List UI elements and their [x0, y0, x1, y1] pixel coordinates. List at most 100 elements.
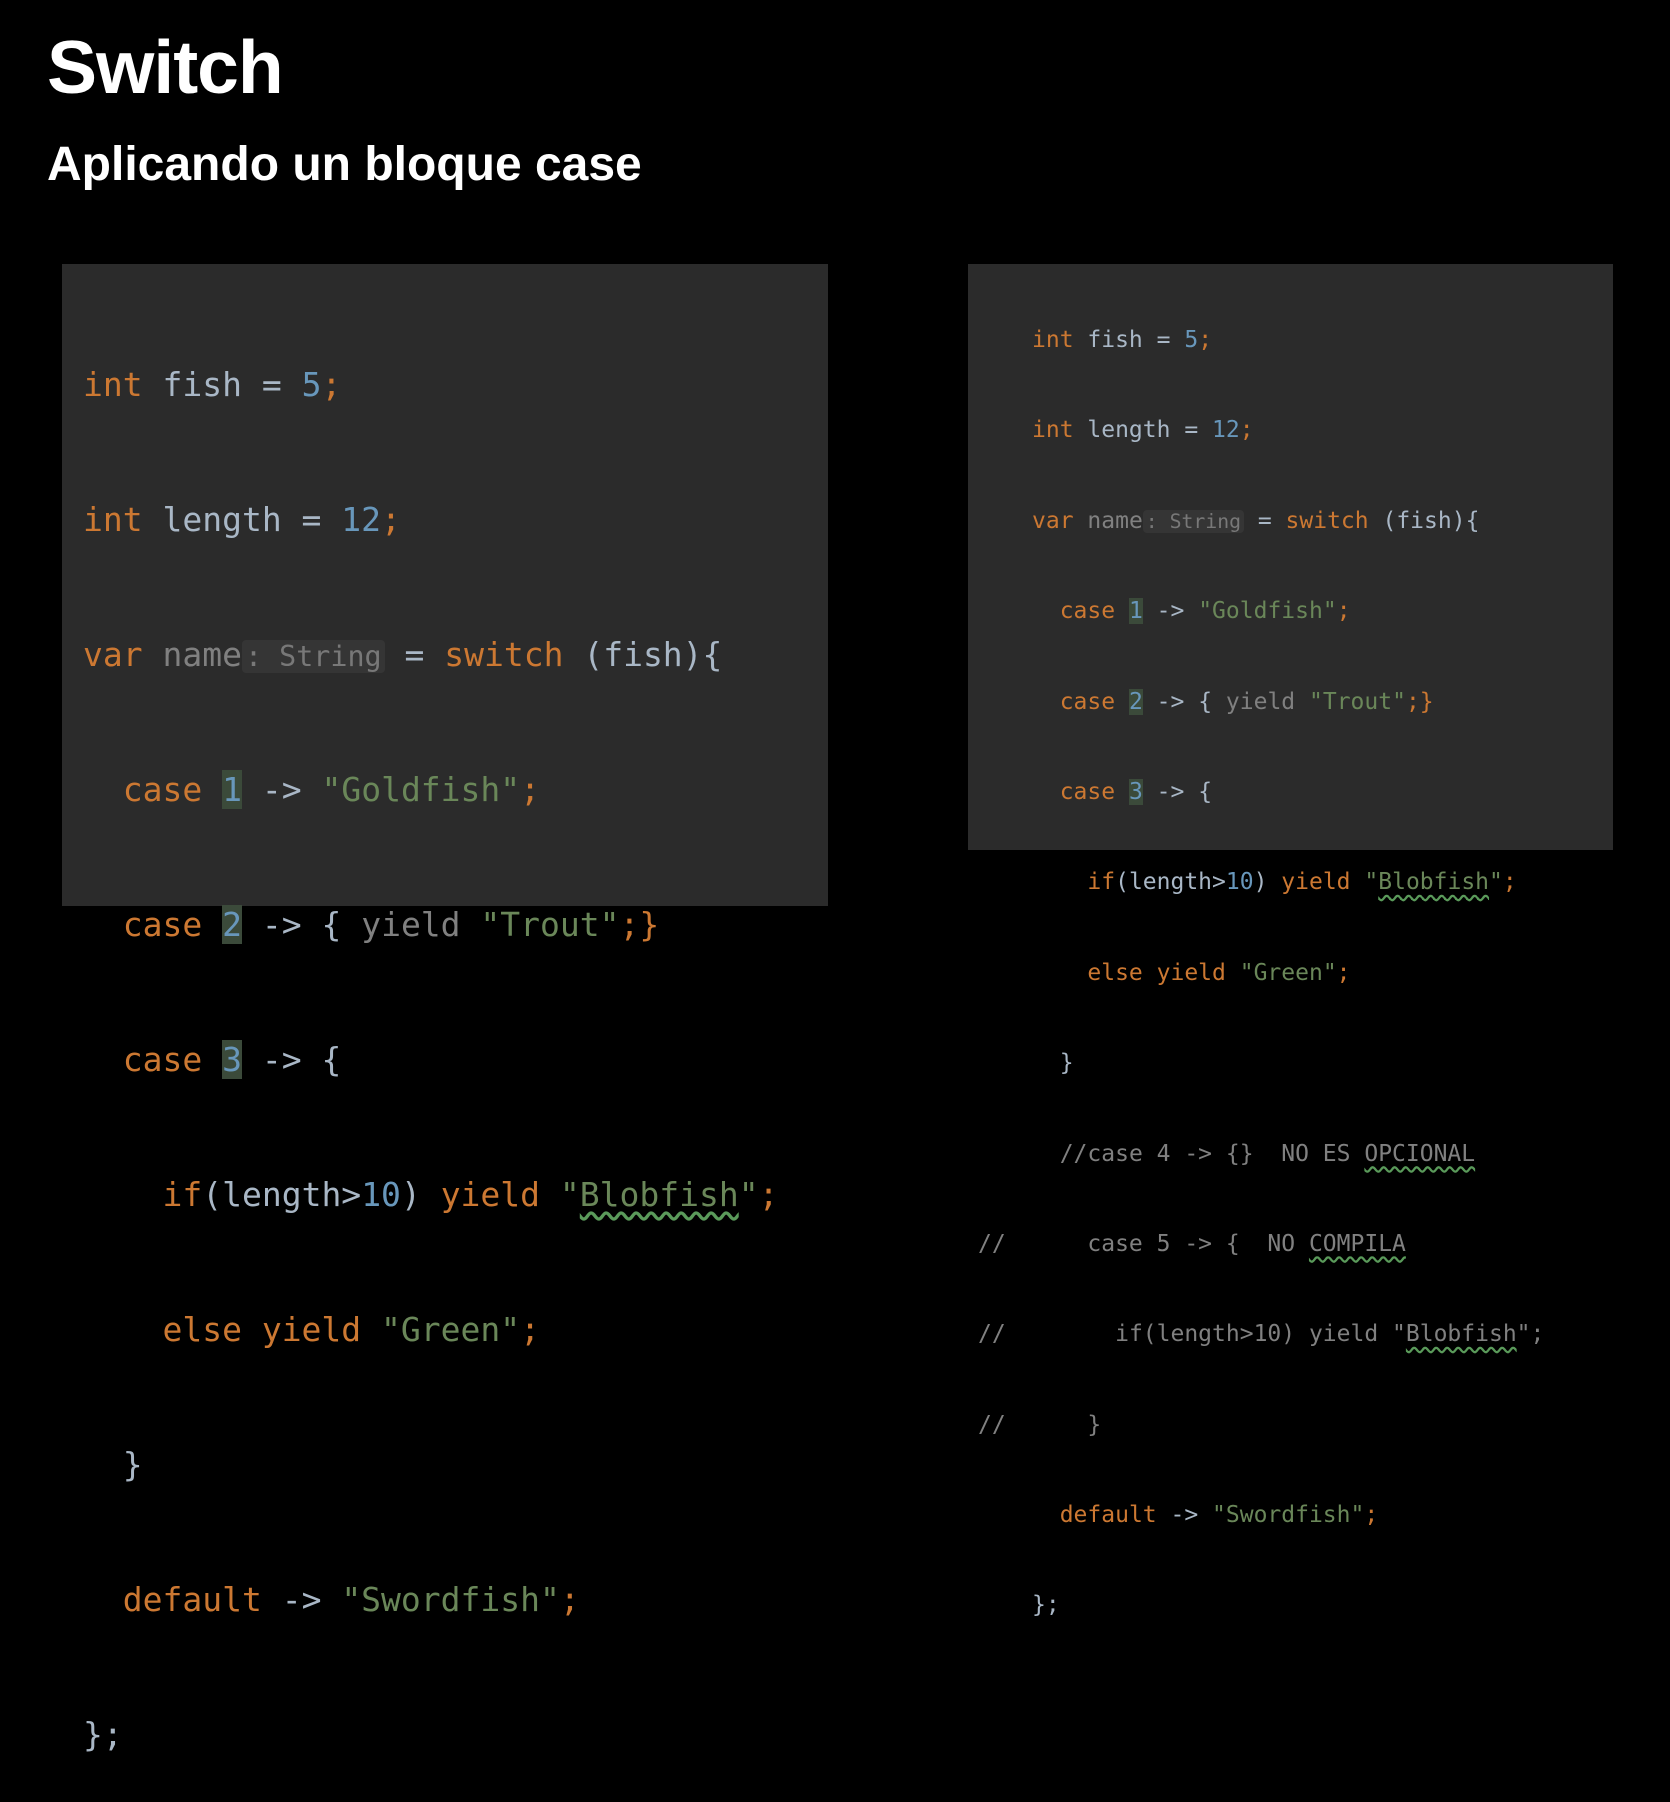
keyword: int	[83, 500, 143, 539]
code-text: length =	[142, 500, 342, 539]
code-comment-underlined: OPCIONAL	[1364, 1140, 1476, 1167]
code-line: int fish = 5;	[968, 321, 1613, 359]
code-text: ->	[1156, 1502, 1213, 1529]
keyword: switch	[444, 635, 564, 674]
code-line: var name: String = switch (fish){	[968, 502, 1613, 540]
code-line: }	[968, 1044, 1613, 1082]
keyword: int	[1032, 417, 1074, 444]
keyword: case	[122, 1040, 203, 1079]
keyword-dimmed: yield	[361, 905, 461, 944]
slide-subtitle: Aplicando un bloque case	[47, 138, 642, 191]
code-text: ->	[261, 1580, 342, 1619]
code-text: (fish){	[1368, 507, 1480, 534]
code-text: }	[122, 1445, 143, 1484]
keyword: switch	[1285, 507, 1369, 534]
semicolon: ;	[1239, 417, 1254, 444]
string-literal: "Goldfish"	[321, 770, 521, 809]
code-line: case 1 -> "Goldfish";	[62, 761, 828, 818]
semicolon: ;	[321, 365, 342, 404]
keyword: var	[1032, 507, 1074, 534]
code-line: //case 4 -> {} NO ES OPCIONAL	[968, 1135, 1613, 1173]
slide-title: Switch	[47, 25, 284, 109]
code-text: ->	[1142, 598, 1199, 625]
string-quote: "	[1489, 869, 1503, 896]
code-panel-large: int fish = 5; int length = 12; var name:…	[62, 264, 828, 1754]
semicolon: ;	[520, 1310, 540, 1349]
code-line: default -> "Swordfish";	[62, 1571, 828, 1628]
code-line: int length = 12;	[968, 411, 1613, 449]
keyword: case	[1059, 598, 1116, 625]
code-line: else yield "Green";	[968, 954, 1613, 992]
code-comment: }	[1087, 1411, 1102, 1438]
keyword: else yield	[1087, 959, 1226, 986]
string-literal: "Swordfish"	[1212, 1502, 1365, 1529]
comment-marker: //	[978, 1321, 1006, 1348]
string-quote: "	[559, 1175, 580, 1214]
code-text: ->	[241, 770, 322, 809]
string-literal: "Goldfish"	[1198, 598, 1337, 625]
code-text: (length>	[202, 1175, 362, 1214]
code-text: -> {	[241, 1040, 342, 1079]
string-quote: "	[738, 1175, 759, 1214]
code-text: }	[1059, 1050, 1074, 1077]
keyword: case	[1059, 688, 1116, 715]
code-line: case 2 -> { yield "Trout";}	[62, 896, 828, 953]
keyword: case	[1059, 778, 1116, 805]
keyword-dimmed: yield	[1225, 688, 1296, 715]
keyword: yield	[440, 1175, 541, 1214]
code-comment: //case 4 -> {} NO ES	[1059, 1140, 1365, 1167]
code-line: if(length>10) yield "Blobfish";	[968, 863, 1613, 901]
code-line: var name: String = switch (fish){	[62, 626, 828, 683]
string-literal: "Green"	[1239, 959, 1337, 986]
keyword: int	[83, 365, 143, 404]
type-hint: : String	[241, 640, 385, 673]
string-literal: "Green"	[381, 1310, 521, 1349]
code-text: -> {	[241, 905, 362, 944]
code-text: };	[83, 1715, 123, 1754]
code-text: )	[1253, 869, 1282, 896]
string-literal: "Trout"	[480, 905, 620, 944]
code-comment: if(length>10) yield "	[1115, 1321, 1406, 1348]
code-text: =	[384, 635, 445, 674]
string-literal: "Trout"	[1309, 688, 1406, 715]
semicolon: ;	[1198, 327, 1213, 353]
number-literal: 12	[1212, 417, 1240, 444]
semicolon: ;	[1364, 1502, 1379, 1529]
code-line: int fish = 5;	[62, 356, 828, 413]
variable-name: name	[162, 635, 242, 674]
code-text: =	[1244, 507, 1286, 534]
semicolon: ;	[1502, 869, 1517, 896]
semicolon: ;	[758, 1175, 779, 1214]
code-text: (fish){	[563, 635, 723, 674]
code-text: length =	[1073, 417, 1213, 444]
code-line: }	[62, 1436, 828, 1493]
code-line: };	[968, 1586, 1613, 1624]
code-text: )	[400, 1175, 441, 1214]
keyword: default	[1059, 1502, 1157, 1529]
code-line: // case 5 -> { NO COMPILA	[968, 1225, 1613, 1263]
keyword: var	[83, 635, 143, 674]
code-panel-small: int fish = 5; int length = 12; var name:…	[968, 264, 1613, 1618]
number-literal: 3	[222, 1040, 242, 1079]
keyword: int	[1032, 327, 1074, 353]
code-line: };	[62, 1706, 828, 1763]
number-literal: 2	[222, 905, 242, 944]
number-literal: 10	[1225, 869, 1254, 896]
semicolon: ;	[381, 500, 401, 539]
code-line: else yield "Green";	[62, 1301, 828, 1358]
variable-name: name	[1087, 507, 1143, 534]
code-line: int length = 12;	[62, 491, 828, 548]
semicolon: ;	[1336, 598, 1351, 625]
code-comment-underlined: Blobfish	[1405, 1321, 1517, 1348]
code-line: // if(length>10) yield "Blobfish";	[968, 1315, 1613, 1353]
semicolon: ;	[520, 770, 541, 809]
comment-marker: //	[978, 1411, 1006, 1438]
number-literal: 3	[1128, 778, 1143, 805]
number-literal: 12	[341, 500, 382, 539]
keyword: else yield	[162, 1310, 362, 1349]
keyword: if	[162, 1175, 203, 1214]
code-line: case 2 -> { yield "Trout";}	[968, 683, 1613, 721]
number-literal: 1	[1128, 598, 1143, 625]
code-text: fish =	[142, 365, 302, 404]
code-text: };	[1032, 1592, 1060, 1619]
